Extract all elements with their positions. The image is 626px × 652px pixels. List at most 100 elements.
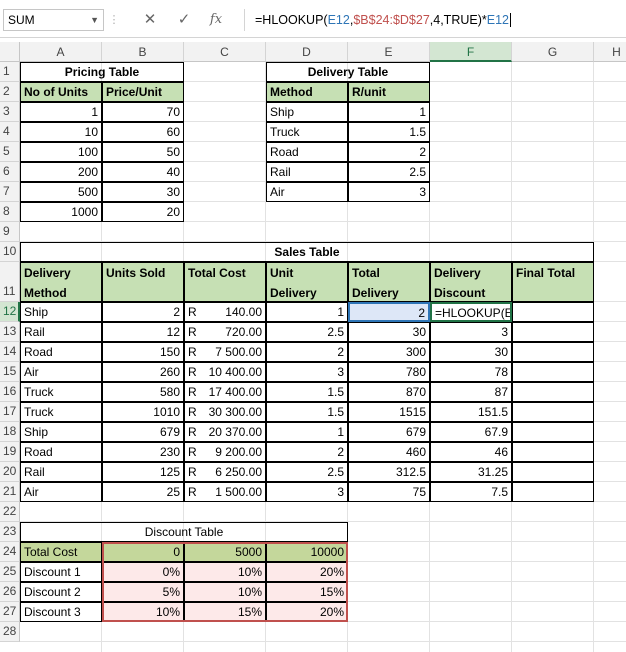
pricing-cell[interactable]: 70: [102, 102, 184, 122]
column-header-e[interactable]: E: [348, 42, 430, 62]
pricing-cell[interactable]: 50: [102, 142, 184, 162]
sales-units-cell[interactable]: 2: [102, 302, 184, 322]
sales-total-delivery-cell[interactable]: 780: [348, 362, 430, 382]
sales-method-cell[interactable]: Rail: [20, 322, 102, 342]
discount-cell[interactable]: Discount 1: [20, 562, 102, 582]
column-header-b[interactable]: B: [102, 42, 184, 62]
sales-total-cost-cell[interactable]: R 9 200.00: [184, 442, 266, 462]
sales-unit-delivery-cell[interactable]: 2.5: [266, 462, 348, 482]
name-box[interactable]: SUM ▼: [3, 9, 104, 31]
sales-final-total-cell[interactable]: [512, 462, 594, 482]
column-header-a[interactable]: A: [20, 42, 102, 62]
sales-discount-cell[interactable]: 67.9: [430, 422, 512, 442]
sales-final-total-cell[interactable]: [512, 402, 594, 422]
sales-total-delivery-cell[interactable]: 1515: [348, 402, 430, 422]
sales-method-cell[interactable]: Air: [20, 482, 102, 502]
sales-units-cell[interactable]: 150: [102, 342, 184, 362]
sales-units-cell[interactable]: 25: [102, 482, 184, 502]
row-header-23[interactable]: 23: [0, 522, 20, 542]
row-header-11[interactable]: 11: [0, 262, 20, 302]
sales-total-delivery-cell[interactable]: 30: [348, 322, 430, 342]
delivery-cell[interactable]: Road: [266, 142, 348, 162]
delivery-cell[interactable]: 2.5: [348, 162, 430, 182]
sales-final-total-cell[interactable]: [512, 442, 594, 462]
sales-unit-delivery-cell[interactable]: 2: [266, 442, 348, 462]
row-header-18[interactable]: 18: [0, 422, 20, 442]
pricing-cell[interactable]: 10: [20, 122, 102, 142]
pricing-cell[interactable]: 20: [102, 202, 184, 222]
select-all-corner[interactable]: [0, 42, 20, 62]
column-header-g[interactable]: G: [512, 42, 594, 62]
row-header-27[interactable]: 27: [0, 602, 20, 622]
sales-unit-delivery-cell[interactable]: 1: [266, 422, 348, 442]
column-header-h[interactable]: H: [594, 42, 626, 62]
pricing-cell[interactable]: 30: [102, 182, 184, 202]
row-header-2[interactable]: 2: [0, 82, 20, 102]
sales-total-delivery-cell[interactable]: 870: [348, 382, 430, 402]
sales-total-cost-cell[interactable]: R 20 370.00: [184, 422, 266, 442]
delivery-cell[interactable]: 2: [348, 142, 430, 162]
sales-method-cell[interactable]: Rail: [20, 462, 102, 482]
sales-final-total-cell[interactable]: [512, 322, 594, 342]
sales-total-delivery-cell[interactable]: 300: [348, 342, 430, 362]
pricing-cell[interactable]: 1000: [20, 202, 102, 222]
row-header-4[interactable]: 4: [0, 122, 20, 142]
sales-total-cost-cell[interactable]: R 720.00: [184, 322, 266, 342]
row-header-24[interactable]: 24: [0, 542, 20, 562]
sales-total-cost-cell[interactable]: R 7 500.00: [184, 342, 266, 362]
sales-units-cell[interactable]: 12: [102, 322, 184, 342]
sales-discount-cell[interactable]: 30: [430, 342, 512, 362]
sales-total-delivery-cell[interactable]: 2: [348, 302, 430, 322]
sales-final-total-cell[interactable]: [512, 342, 594, 362]
row-header-12[interactable]: 12: [0, 302, 20, 322]
sales-total-delivery-cell[interactable]: 312.5: [348, 462, 430, 482]
sales-final-total-cell[interactable]: [512, 382, 594, 402]
sales-discount-cell[interactable]: 78: [430, 362, 512, 382]
delivery-cell[interactable]: Rail: [266, 162, 348, 182]
discount-cell[interactable]: Discount 3: [20, 602, 102, 622]
row-header-9[interactable]: 9: [0, 222, 20, 242]
row-header-13[interactable]: 13: [0, 322, 20, 342]
sales-units-cell[interactable]: 1010: [102, 402, 184, 422]
sales-units-cell[interactable]: 580: [102, 382, 184, 402]
row-header-15[interactable]: 15: [0, 362, 20, 382]
sales-method-cell[interactable]: Truck: [20, 382, 102, 402]
sales-final-total-cell[interactable]: [512, 302, 594, 322]
row-header-25[interactable]: 25: [0, 562, 20, 582]
delivery-cell[interactable]: 3: [348, 182, 430, 202]
sales-method-cell[interactable]: Road: [20, 342, 102, 362]
row-header-17[interactable]: 17: [0, 402, 20, 422]
sales-total-cost-cell[interactable]: R 140.00: [184, 302, 266, 322]
pricing-cell[interactable]: 60: [102, 122, 184, 142]
row-header-6[interactable]: 6: [0, 162, 20, 182]
active-edit-cell[interactable]: =HLOOKUP(E: [430, 302, 512, 322]
sales-unit-delivery-cell[interactable]: 2: [266, 342, 348, 362]
delivery-cell[interactable]: Air: [266, 182, 348, 202]
row-header-20[interactable]: 20: [0, 462, 20, 482]
pricing-cell[interactable]: 500: [20, 182, 102, 202]
sales-unit-delivery-cell[interactable]: 3: [266, 482, 348, 502]
insert-function-icon[interactable]: fx: [204, 9, 228, 31]
row-header-8[interactable]: 8: [0, 202, 20, 222]
cancel-icon[interactable]: ✕: [138, 9, 162, 31]
delivery-cell[interactable]: 1: [348, 102, 430, 122]
row-header-10[interactable]: 10: [0, 242, 20, 262]
sales-method-cell[interactable]: Air: [20, 362, 102, 382]
sales-discount-cell[interactable]: 151.5: [430, 402, 512, 422]
sales-total-delivery-cell[interactable]: 460: [348, 442, 430, 462]
sales-units-cell[interactable]: 260: [102, 362, 184, 382]
formula-input[interactable]: =HLOOKUP(E12,$B$24:$D$27,4,TRUE)*E12: [244, 9, 624, 31]
sales-discount-cell[interactable]: 87: [430, 382, 512, 402]
sales-final-total-cell[interactable]: [512, 362, 594, 382]
sales-discount-cell[interactable]: 46: [430, 442, 512, 462]
sales-unit-delivery-cell[interactable]: 2.5: [266, 322, 348, 342]
discount-cell[interactable]: Discount 2: [20, 582, 102, 602]
row-header-26[interactable]: 26: [0, 582, 20, 602]
sales-final-total-cell[interactable]: [512, 482, 594, 502]
sales-total-cost-cell[interactable]: R 30 300.00: [184, 402, 266, 422]
pricing-cell[interactable]: 40: [102, 162, 184, 182]
row-header-7[interactable]: 7: [0, 182, 20, 202]
row-header-16[interactable]: 16: [0, 382, 20, 402]
sales-total-cost-cell[interactable]: R 1 500.00: [184, 482, 266, 502]
sales-discount-cell[interactable]: 7.5: [430, 482, 512, 502]
